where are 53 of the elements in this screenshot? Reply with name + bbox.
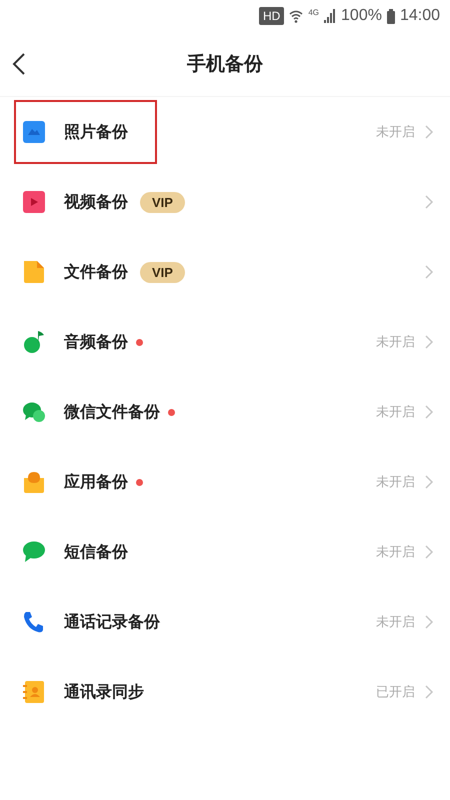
backup-row[interactable]: 音频备份 未开启 [0,307,450,377]
network-type: 4G [308,8,320,17]
bag-icon [22,470,46,494]
wifi-icon [289,9,304,23]
music-note-icon [22,330,46,354]
chevron-icon [425,685,434,699]
row-label: 微信文件备份 [64,402,160,422]
row-label: 文件备份 [64,262,128,282]
phone-icon [22,610,46,634]
battery-icon [386,8,395,24]
chevron-icon [425,335,434,349]
backup-row[interactable]: 通话记录备份 未开启 [0,587,450,657]
status-text: 已开启 [376,684,415,701]
row-label: 通讯录同步 [64,682,144,702]
chevron-icon [425,475,434,489]
signal-icon [324,9,336,23]
chevron-icon [425,615,434,629]
clock-time: 14:00 [400,7,440,25]
message-bubble-icon [22,540,46,564]
row-label: 音频备份 [64,332,128,352]
backup-row[interactable]: 文件备份 VIP [0,237,450,307]
vip-badge: VIP [140,262,185,282]
chevron-icon [425,125,434,139]
backup-row[interactable]: 照片备份 未开启 [0,97,450,167]
row-label: 短信备份 [64,542,128,562]
row-label: 照片备份 [64,122,128,142]
backup-row[interactable]: 短信备份 未开启 [0,517,450,587]
status-text: 未开启 [376,614,415,631]
row-label: 视频备份 [64,192,128,212]
chat-bubbles-icon [22,400,46,424]
chevron-icon [425,405,434,419]
status-text: 未开启 [376,474,415,491]
image-icon [22,120,46,144]
battery-percent: 100% [341,7,382,25]
chevron-icon [425,195,434,209]
page-title: 手机备份 [187,52,263,77]
video-icon [22,190,46,214]
backup-row[interactable]: 视频备份 VIP [0,167,450,237]
hd-badge: HD [259,7,284,25]
backup-row[interactable]: 应用备份 未开启 [0,447,450,517]
chevron-icon [425,545,434,559]
row-label: 应用备份 [64,472,128,492]
status-text: 未开启 [376,334,415,351]
contact-book-icon [22,680,46,704]
file-icon [22,260,46,284]
chevron-icon [425,265,434,279]
row-label: 通话记录备份 [64,612,160,632]
status-text: 未开启 [376,544,415,561]
status-text: 未开启 [376,124,415,141]
vip-badge: VIP [140,192,185,212]
backup-row[interactable]: 通讯录同步 已开启 [0,657,450,727]
backup-row[interactable]: 微信文件备份 未开启 [0,377,450,447]
status-text: 未开启 [376,404,415,421]
